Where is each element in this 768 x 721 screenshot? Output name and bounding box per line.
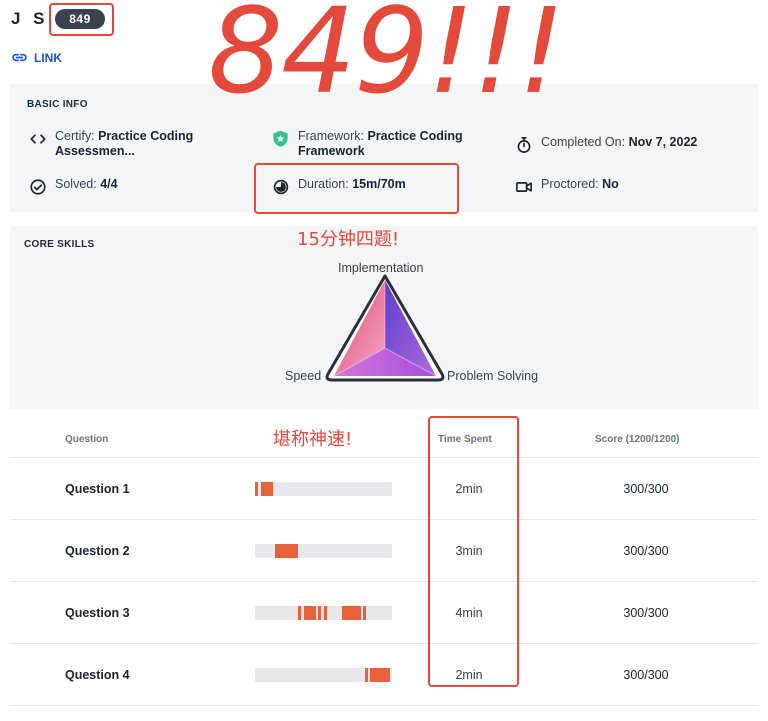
row-divider <box>10 581 758 582</box>
radar-axis-label: Speed <box>285 369 322 383</box>
duration-value: 15m/70m <box>352 177 406 191</box>
stopwatch-icon <box>514 135 533 154</box>
time-activity-bar <box>255 668 392 682</box>
solved-value: 4/4 <box>100 177 118 191</box>
annotation-amazing-speed: 堪称神速! <box>273 429 353 450</box>
activity-segment <box>261 482 273 496</box>
annotation-fifteen-minutes: 15分钟四题! <box>297 229 400 250</box>
link-label: LINK <box>34 50 62 65</box>
question-name[interactable]: Question 3 <box>65 606 130 620</box>
question-time: 2min <box>455 482 483 496</box>
code-icon <box>28 129 47 148</box>
proctored-label: Proctored: <box>541 177 599 191</box>
question-score: 300/300 <box>623 482 669 496</box>
duration-item: Duration: 15m/70m <box>271 177 451 196</box>
question-score: 300/300 <box>623 668 669 682</box>
row-divider <box>10 705 758 706</box>
question-score: 300/300 <box>623 606 669 620</box>
question-name[interactable]: Question 1 <box>65 482 130 496</box>
radar-axis-label: Implementation <box>338 261 424 275</box>
check-circle-icon <box>28 177 47 196</box>
certify-item: Certify: Practice Coding Assessmen... <box>28 129 238 159</box>
question-time: 2min <box>455 668 483 682</box>
solved-label: Solved: <box>55 177 97 191</box>
row-divider <box>10 457 758 458</box>
row-divider <box>10 643 758 644</box>
question-name[interactable]: Question 4 <box>65 668 130 682</box>
activity-segment <box>304 606 316 620</box>
certify-label: Certify: <box>55 129 95 143</box>
activity-segment <box>342 606 361 620</box>
radar-axis-label: Problem Solving <box>447 369 539 383</box>
candidate-name: J S <box>11 9 49 28</box>
score-badge: 849 <box>55 9 105 29</box>
proctored-item: Proctored: No <box>514 177 714 196</box>
time-activity-bar <box>255 606 392 620</box>
proctored-value: No <box>602 177 619 191</box>
annotation-score-exclaim: 849!!! <box>208 0 565 120</box>
activity-segment <box>324 606 327 620</box>
activity-segment <box>255 482 258 496</box>
question-name[interactable]: Question 2 <box>65 544 130 558</box>
framework-value-line2: Framework <box>298 144 365 158</box>
activity-segment <box>365 668 368 682</box>
activity-segment <box>275 544 298 558</box>
framework-value: Practice Coding <box>367 129 463 143</box>
time-activity-bar <box>255 482 392 496</box>
certify-value: Practice Coding <box>98 129 194 143</box>
row-divider <box>10 519 758 520</box>
activity-segment <box>298 606 301 620</box>
core-skills-title: CORE SKILLS <box>24 239 95 250</box>
column-header-question[interactable]: Question <box>65 434 108 445</box>
question-score: 300/300 <box>623 544 669 558</box>
activity-segment <box>318 606 321 620</box>
framework-label: Framework: <box>298 129 364 143</box>
certify-value-line2: Assessmen... <box>55 144 135 158</box>
shield-icon <box>271 129 290 148</box>
framework-item: Framework: Practice Coding Framework <box>271 129 491 159</box>
time-activity-bar <box>255 544 392 558</box>
completed-item: Completed On: Nov 7, 2022 <box>514 135 744 154</box>
completed-label: Completed On: <box>541 135 626 149</box>
column-header-time-spent[interactable]: Time Spent <box>438 434 492 445</box>
link-button[interactable]: LINK <box>11 49 62 66</box>
completed-value: Nov 7, 2022 <box>628 135 698 149</box>
basic-info-title: BASIC INFO <box>27 99 88 110</box>
question-time: 3min <box>455 544 483 558</box>
duration-label: Duration: <box>298 177 349 191</box>
skills-radar-chart <box>325 274 445 382</box>
activity-segment <box>370 668 390 682</box>
video-camera-icon <box>514 177 533 196</box>
solved-item: Solved: 4/4 <box>28 177 228 196</box>
column-header-score[interactable]: Score (1200/1200) <box>595 434 680 445</box>
activity-segment <box>363 606 366 620</box>
question-time: 4min <box>455 606 483 620</box>
link-icon <box>12 53 27 62</box>
pie-clock-icon <box>271 177 290 196</box>
